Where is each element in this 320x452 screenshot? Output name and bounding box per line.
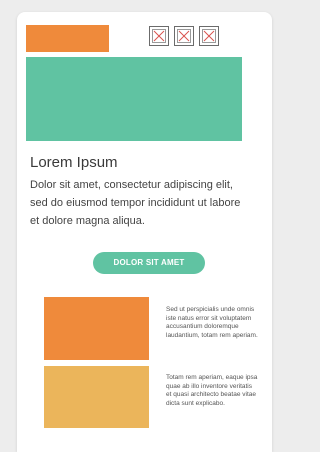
close-button-3[interactable] [199, 26, 219, 46]
close-icon [202, 29, 216, 43]
cta-button[interactable]: DOLOR SIT AMET [93, 252, 205, 274]
close-button-2[interactable] [174, 26, 194, 46]
item-image-2 [44, 366, 149, 428]
item-image-1 [44, 297, 149, 360]
window-controls [149, 26, 219, 46]
close-icon [177, 29, 191, 43]
item-text-1: Sed ut perspicialis unde omnis iste natu… [166, 306, 258, 339]
description-text: Dolor sit amet, consectetur adipiscing e… [30, 179, 241, 227]
close-icon [152, 29, 166, 43]
hero-image-placeholder [26, 57, 242, 141]
close-button-1[interactable] [149, 26, 169, 46]
item-text-2: Totam rem aperiam, eaque ipsa quae ab il… [166, 374, 258, 407]
logo-placeholder [26, 25, 109, 52]
page-title: Lorem Ipsum [30, 154, 118, 171]
